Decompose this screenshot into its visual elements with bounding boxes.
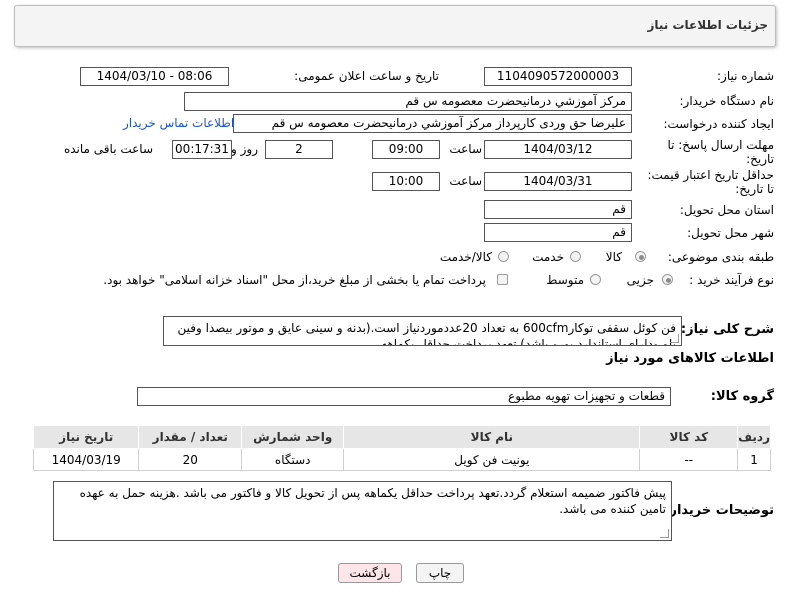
buyer-label: نام دستگاه خریدار: xyxy=(679,94,775,108)
deadline-date-field[interactable]: 1404/03/12 xyxy=(484,140,632,159)
deadline-time-label: ساعت xyxy=(449,142,482,156)
cell-name: یونیت فن کویل xyxy=(343,448,641,471)
days-remaining-field[interactable]: 2 xyxy=(265,140,333,159)
col-name: نام کالا xyxy=(343,425,641,449)
description-text: فن کوئل سقفی توکار600cfm به تعداد 20عددم… xyxy=(177,321,676,346)
need-number-label: شماره نیاز: xyxy=(717,69,774,83)
days-label: روز و xyxy=(231,142,258,156)
province-label: استان محل تحویل: xyxy=(679,203,774,217)
print-button[interactable]: چاپ xyxy=(416,563,464,583)
category-option-service: خدمت xyxy=(532,250,564,264)
cell-unit: دستگاه xyxy=(241,448,345,471)
col-row: ردیف xyxy=(737,425,771,449)
validity-label-date: تا تاریخ: xyxy=(735,182,774,196)
creator-label: ایجاد کننده درخواست: xyxy=(663,117,774,131)
city-label: شهر محل تحویل: xyxy=(687,226,774,240)
validity-date-field[interactable]: 1404/03/31 xyxy=(484,172,632,191)
purchase-option-minor: جزیی xyxy=(626,273,654,287)
buyer-notes-text: پیش فاکتور ضمیمه استعلام گردد.تعهد پرداخ… xyxy=(79,486,666,516)
category-label: طبقه بندی موضوعی: xyxy=(667,250,774,264)
col-code: کد کالا xyxy=(639,425,739,449)
category-radio-goods[interactable] xyxy=(635,251,646,262)
category-radio-service[interactable] xyxy=(570,251,581,262)
cell-qty: 20 xyxy=(138,448,243,471)
deadline-time-field[interactable]: 09:00 xyxy=(372,140,440,159)
validity-time-field[interactable]: 10:00 xyxy=(372,172,440,191)
creator-field[interactable]: عليرضا حق وردی کارپرداز مرکز آموزشي درما… xyxy=(233,114,632,133)
category-option-goods-service: کالا/خدمت xyxy=(439,250,492,264)
treasury-payment-note: پرداخت تمام یا بخشی از مبلغ خرید،از محل … xyxy=(103,273,486,287)
announce-date-field[interactable]: 1404/03/10 - 08:06 xyxy=(80,67,229,86)
category-radio-goods-service[interactable] xyxy=(498,251,509,262)
category-option-goods: کالا xyxy=(605,250,622,264)
goods-table-header: ردیف کد کالا نام کالا واحد شمارش تعداد /… xyxy=(32,425,771,449)
col-unit: واحد شمارش xyxy=(241,425,345,449)
purchase-radio-minor[interactable] xyxy=(662,274,673,285)
goods-table: ردیف کد کالا نام کالا واحد شمارش تعداد /… xyxy=(32,425,771,471)
province-field[interactable]: قم xyxy=(484,200,632,219)
treasury-payment-checkbox[interactable] xyxy=(497,274,508,285)
resize-handle[interactable] xyxy=(670,334,679,343)
purchase-radio-medium[interactable] xyxy=(590,274,601,285)
validity-label: حداقل تاریخ اعتبار قیمت: xyxy=(647,168,774,182)
buyer-notes-textarea[interactable]: پیش فاکتور ضمیمه استعلام گردد.تعهد پرداخ… xyxy=(53,481,672,541)
table-row[interactable]: 1 -- یونیت فن کویل دستگاه 20 1404/03/19 xyxy=(32,448,771,471)
remaining-time-label: ساعت باقی مانده xyxy=(63,142,153,156)
description-textarea[interactable]: فن کوئل سقفی توکار600cfm به تعداد 20عددم… xyxy=(163,316,682,346)
purchase-option-medium: متوسط xyxy=(546,273,584,287)
col-date: تاریخ نیاز xyxy=(32,425,140,449)
goods-group-label: گروه کالا: xyxy=(710,389,774,404)
cell-row: 1 xyxy=(737,448,771,471)
purchase-type-label: نوع فرآیند خرید : xyxy=(689,273,774,287)
buyer-notes-label: توضیحات خریدار: xyxy=(664,503,774,518)
validity-time-label: ساعت xyxy=(449,174,482,188)
goods-section-title: اطلاعات کالاهای مورد نیاز xyxy=(606,351,774,366)
col-qty: تعداد / مقدار xyxy=(138,425,243,449)
deadline-label-date: تاریخ: xyxy=(746,152,774,166)
cell-code: -- xyxy=(639,448,739,471)
announce-date-label: تاریخ و ساعت اعلان عمومی: xyxy=(294,69,439,83)
back-button[interactable]: بازگشت xyxy=(338,563,402,583)
page-title: جزئیات اطلاعات نیاز xyxy=(647,18,768,32)
city-field[interactable]: قم xyxy=(484,223,632,242)
buyer-contact-link[interactable]: اطلاعات تماس خریدار xyxy=(123,116,234,130)
buyer-field[interactable]: مرکز آموزشي درمانيحضرت معصومه س قم xyxy=(184,92,632,111)
remaining-time-field[interactable]: 00:17:31 xyxy=(172,140,232,159)
cell-date: 1404/03/19 xyxy=(32,448,140,471)
description-label: شرح کلی نیاز: xyxy=(680,322,774,337)
goods-group-field[interactable]: قطعات و تجهیزات تهویه مطبوع xyxy=(137,387,671,406)
resize-handle[interactable] xyxy=(660,529,669,538)
deadline-label: مهلت ارسال پاسخ: تا xyxy=(667,138,774,152)
need-number-field[interactable]: 1104090572000003 xyxy=(484,67,632,86)
